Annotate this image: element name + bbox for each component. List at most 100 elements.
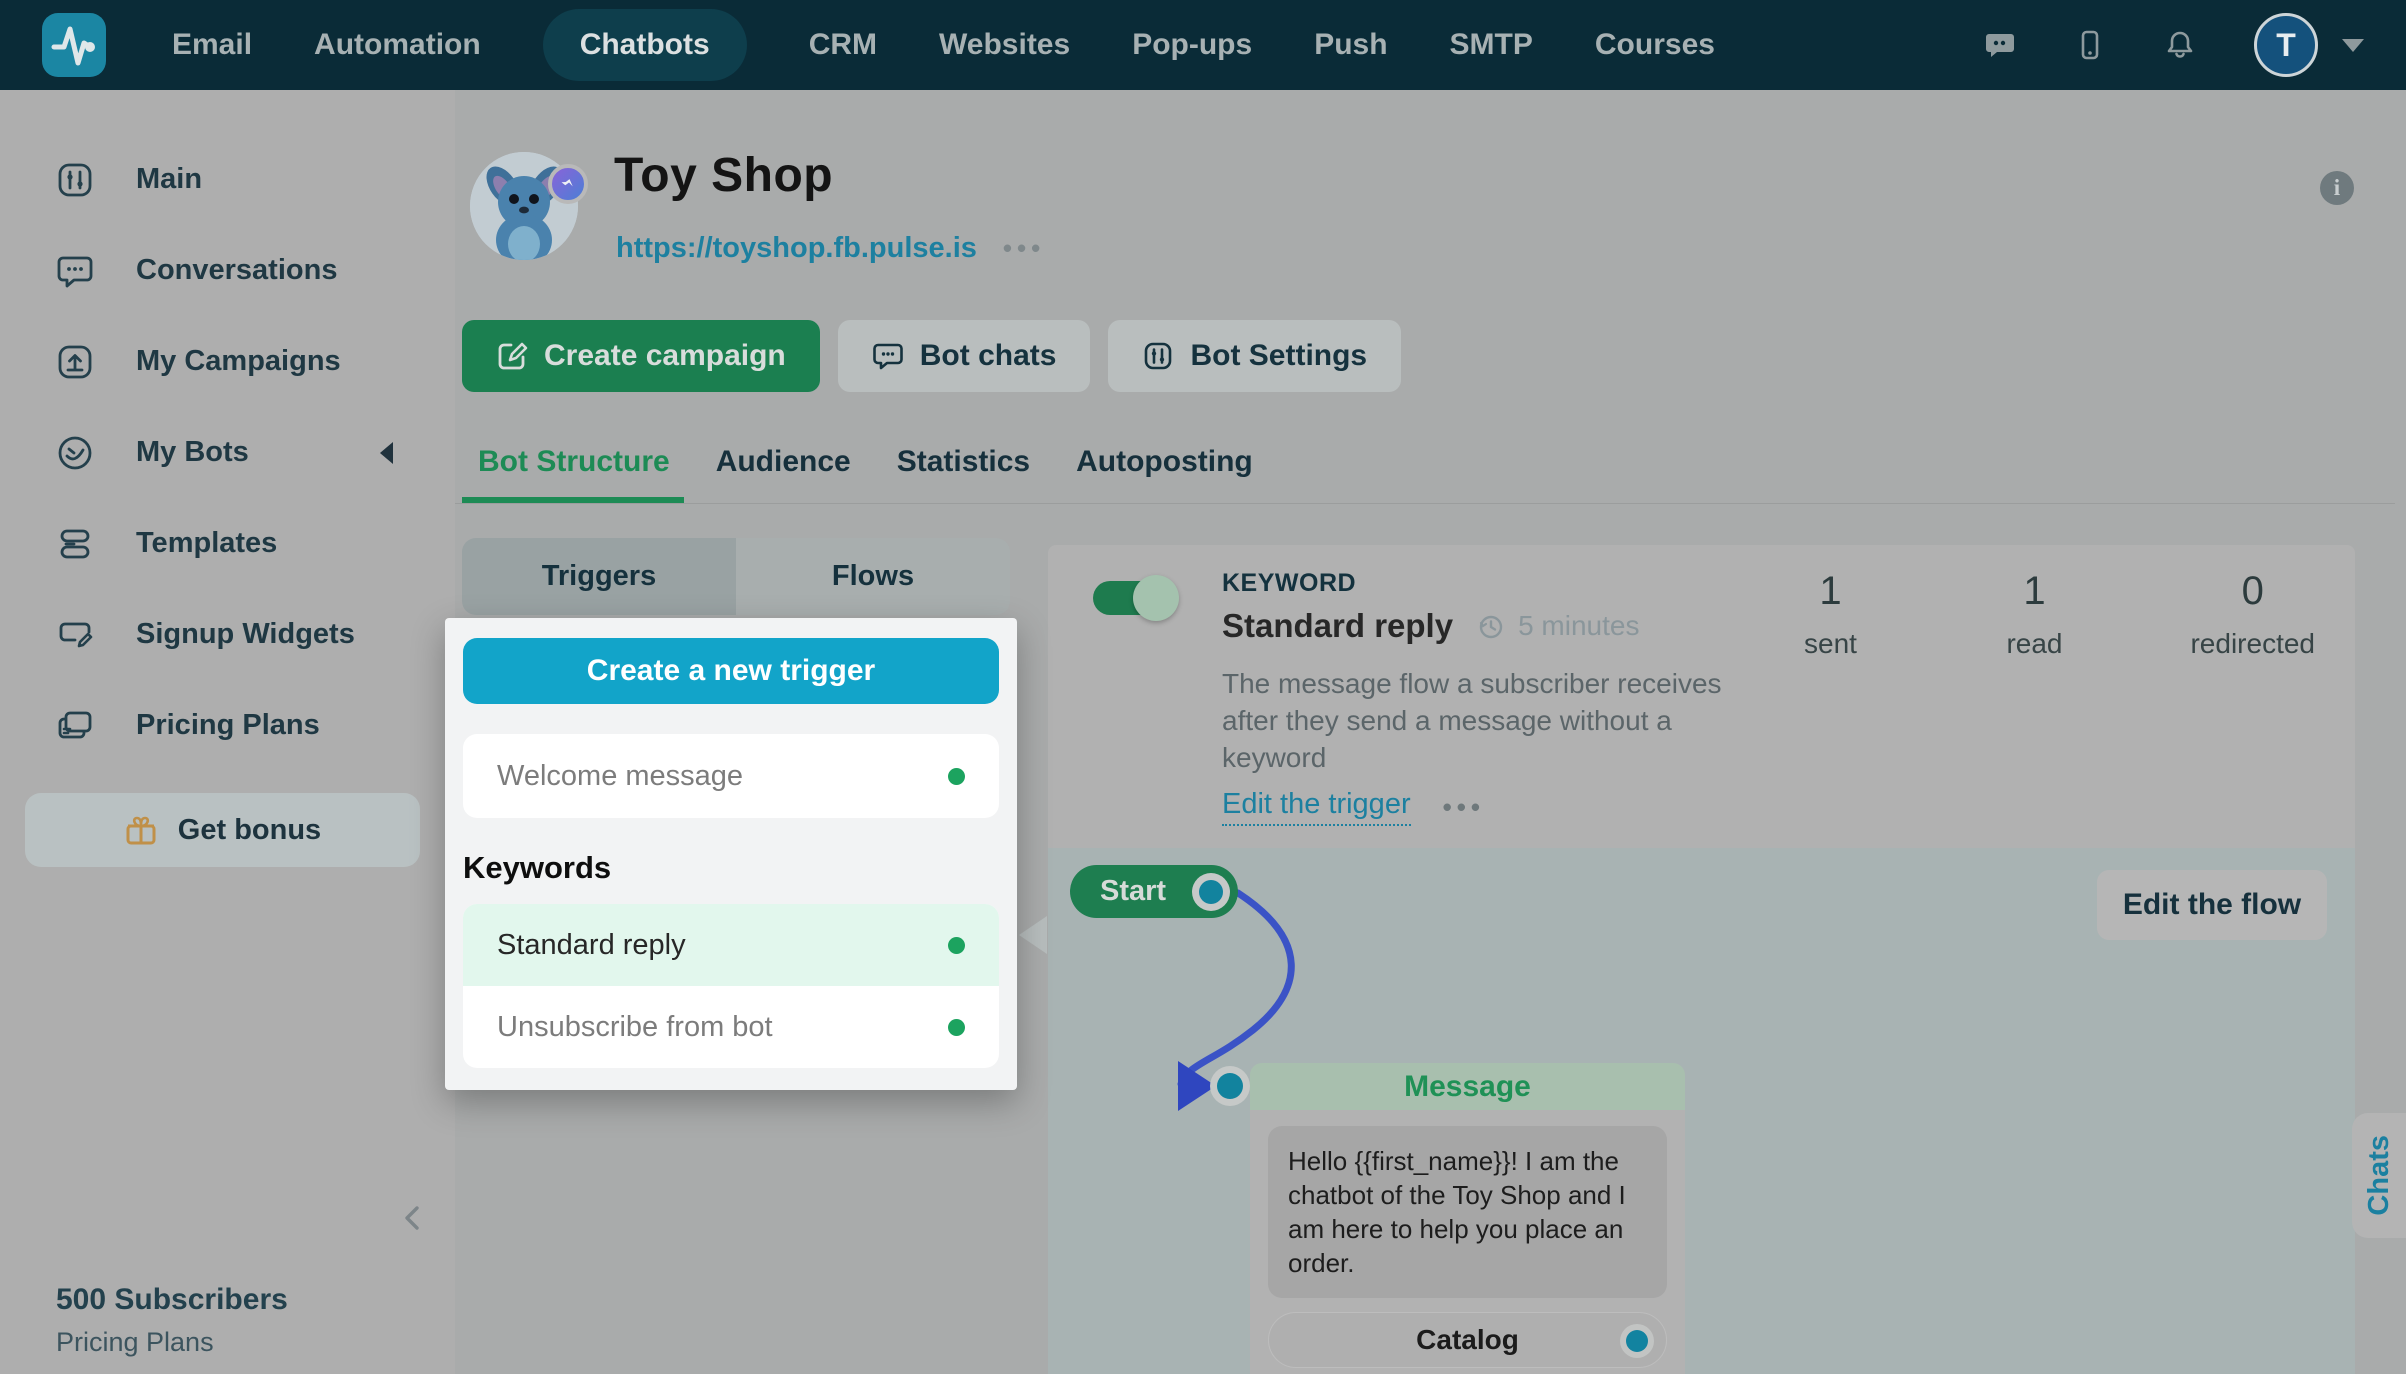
app-screen: Email Automation Chatbots CRM Websites P… — [0, 0, 2406, 1374]
stat-value: 0 — [2190, 569, 2315, 614]
get-bonus-button[interactable]: Get bonus — [25, 793, 420, 867]
message-node[interactable]: Message Hello {{first_name}}! I am the c… — [1250, 1063, 1685, 1374]
node-button-label: Catalog — [1416, 1324, 1519, 1356]
create-trigger-button[interactable]: Create a new trigger — [463, 638, 999, 704]
message-node-header: Message — [1250, 1063, 1685, 1110]
stat-value: 1 — [1986, 569, 2082, 614]
sidebar-item-my-campaigns[interactable]: My Campaigns — [0, 316, 455, 407]
start-output-port[interactable] — [1192, 873, 1230, 911]
welcome-message-card: Welcome message — [463, 734, 999, 818]
trigger-item-welcome-message[interactable]: Welcome message — [463, 734, 999, 818]
compose-icon — [496, 340, 528, 372]
bot-url-link[interactable]: https://toyshop.fb.pulse.is — [616, 232, 977, 265]
bot-chats-label: Bot chats — [920, 339, 1057, 373]
segment-triggers[interactable]: Triggers — [462, 538, 736, 615]
sidebar-item-label: Pricing Plans — [136, 709, 320, 742]
message-bubble-text: Hello {{first_name}}! I am the chatbot o… — [1268, 1126, 1667, 1298]
sliders-icon — [56, 161, 94, 199]
create-campaign-button[interactable]: Create campaign — [462, 320, 820, 392]
tab-audience[interactable]: Audience — [716, 445, 851, 479]
edit-flow-button[interactable]: Edit the flow — [2097, 870, 2327, 940]
stat-read: 1 read — [1986, 569, 2082, 660]
active-status-dot — [948, 937, 965, 954]
settings-sliders-icon — [1142, 340, 1174, 372]
avatar-caret-icon — [2342, 39, 2364, 52]
edit-trigger-link[interactable]: Edit the trigger — [1222, 788, 1411, 826]
stat-label: read — [1986, 628, 2082, 660]
sidebar-item-label: My Campaigns — [136, 345, 341, 378]
active-status-dot — [948, 1019, 965, 1036]
triggers-flows-toggle: Triggers Flows — [462, 538, 1010, 615]
nav-item-smtp[interactable]: SMTP — [1450, 28, 1533, 62]
nav-item-websites[interactable]: Websites — [939, 28, 1070, 62]
trigger-stats: 1 sent 1 read 0 redirected — [1782, 569, 2315, 660]
collapse-left-caret-icon[interactable] — [380, 442, 393, 464]
nav-item-automation[interactable]: Automation — [314, 28, 481, 62]
pricing-plans-link[interactable]: Pricing Plans — [56, 1327, 288, 1358]
node-button-catalog[interactable]: Catalog — [1268, 1312, 1667, 1368]
message-node-body: Hello {{first_name}}! I am the chatbot o… — [1250, 1110, 1685, 1374]
nav-item-courses[interactable]: Courses — [1595, 28, 1715, 62]
sidebar-collapse-chevron-icon[interactable] — [395, 1200, 431, 1236]
sidebar-footer: 500 Subscribers Pricing Plans — [56, 1283, 288, 1358]
bot-url-menu-dots[interactable]: ••• — [1003, 233, 1045, 264]
sidebar-item-my-bots[interactable]: My Bots — [0, 407, 455, 498]
sidebar-item-main[interactable]: Main — [0, 134, 455, 225]
trigger-item-standard-reply[interactable]: Standard reply — [463, 904, 999, 986]
bot-settings-button[interactable]: Bot Settings — [1108, 320, 1401, 392]
chats-tab-label: Chats — [2363, 1135, 2396, 1216]
catalog-output-port[interactable] — [1620, 1324, 1654, 1358]
trigger-menu-dots[interactable]: ••• — [1443, 792, 1485, 823]
trigger-description: The message flow a subscriber receives a… — [1222, 665, 1770, 776]
nav-item-email[interactable]: Email — [172, 28, 252, 62]
trigger-delay: 5 minutes — [1518, 610, 1639, 642]
bot-icon — [56, 434, 94, 472]
gift-icon — [124, 813, 158, 847]
keyword-trigger-card: KEYWORD Standard reply 5 minutes The mes… — [1048, 545, 2355, 848]
info-icon[interactable]: i — [2320, 171, 2354, 205]
notifications-bell-icon[interactable] — [2164, 29, 2196, 61]
delay-clock-icon — [1477, 613, 1504, 640]
segment-flows[interactable]: Flows — [736, 538, 1010, 615]
sidebar-item-pricing-plans[interactable]: Pricing Plans — [0, 680, 455, 771]
active-status-dot — [948, 768, 965, 785]
bot-chats-button[interactable]: Bot chats — [838, 320, 1091, 392]
mobile-app-icon[interactable] — [2074, 29, 2106, 61]
start-node[interactable]: Start — [1070, 865, 1238, 918]
messages-icon[interactable] — [1984, 29, 2016, 61]
bot-title: Toy Shop — [614, 148, 833, 203]
chats-side-tab[interactable]: Chats — [2352, 1113, 2406, 1238]
cards-icon — [56, 707, 94, 745]
nav-item-crm[interactable]: CRM — [809, 28, 877, 62]
sidebar: Main Conversations My Campaigns My Bots — [0, 90, 455, 1374]
stat-label: sent — [1782, 628, 1878, 660]
stat-value: 1 — [1782, 569, 1878, 614]
bot-url-row: https://toyshop.fb.pulse.is ••• — [616, 232, 1045, 265]
sidebar-menu: Main Conversations My Campaigns My Bots — [0, 90, 455, 771]
tab-statistics[interactable]: Statistics — [897, 445, 1030, 479]
sidebar-item-templates[interactable]: Templates — [0, 498, 455, 589]
keywords-heading: Keywords — [463, 850, 611, 886]
sidebar-item-conversations[interactable]: Conversations — [0, 225, 455, 316]
user-avatar[interactable]: T — [2254, 13, 2318, 77]
trigger-type-badge: KEYWORD — [1222, 569, 1356, 598]
trigger-item-label: Unsubscribe from bot — [497, 1011, 773, 1044]
message-input-port[interactable] — [1210, 1066, 1250, 1106]
nav-item-chatbots[interactable]: Chatbots — [543, 9, 747, 81]
nav-menu: Email Automation Chatbots CRM Websites P… — [172, 9, 1715, 81]
sidebar-item-signup-widgets[interactable]: Signup Widgets — [0, 589, 455, 680]
chat-icon — [872, 340, 904, 372]
messenger-badge-icon — [548, 164, 588, 204]
trigger-link-row: Edit the trigger ••• — [1222, 788, 1485, 826]
trigger-item-label: Standard reply — [497, 929, 686, 962]
trigger-enabled-toggle[interactable] — [1093, 581, 1157, 615]
flow-canvas[interactable]: Start Message Hello {{first_name}}! I am… — [1048, 848, 2355, 1374]
tab-bot-structure[interactable]: Bot Structure — [478, 445, 670, 479]
app-logo[interactable] — [42, 13, 106, 77]
nav-item-push[interactable]: Push — [1314, 28, 1387, 62]
chat-bubble-icon — [56, 252, 94, 290]
nav-item-popups[interactable]: Pop-ups — [1132, 28, 1252, 62]
tab-autoposting[interactable]: Autoposting — [1076, 445, 1253, 479]
trigger-item-unsubscribe[interactable]: Unsubscribe from bot — [463, 986, 999, 1068]
popover-arrow-icon — [1019, 916, 1047, 954]
